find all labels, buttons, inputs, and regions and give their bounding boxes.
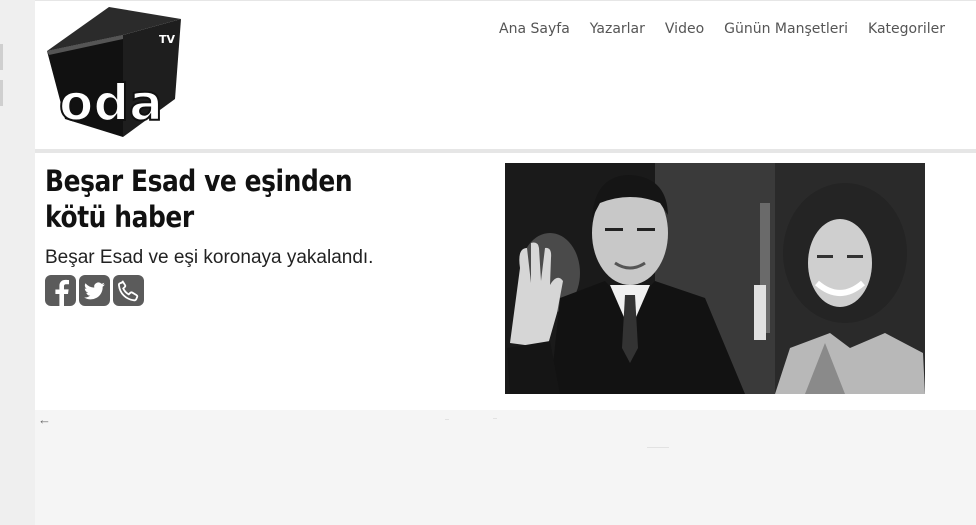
divider [445,419,449,420]
facebook-icon[interactable] [45,275,76,306]
main-nav: Ana Sayfa Yazarlar Video Günün Manşetler… [479,20,945,38]
left-gutter [0,0,35,525]
nav-headlines[interactable]: Günün Manşetleri [704,20,848,38]
nav-home[interactable]: Ana Sayfa [479,20,570,38]
share-bar [45,275,144,306]
odatv-logo[interactable]: oda TV [43,7,183,143]
logo-superscript: TV [159,33,176,46]
gutter-tab [0,44,3,70]
site-header: oda TV Ana Sayfa Yazarlar Video Günün Ma… [35,0,976,150]
article-summary: Beşar Esad ve eşi koronaya yakalandı. [45,247,374,268]
back-arrow-icon[interactable]: ← [38,412,51,427]
article-photo[interactable] [505,163,925,394]
nav-authors[interactable]: Yazarlar [570,20,645,38]
nav-categories[interactable]: Kategoriler [848,20,945,38]
gutter-tab [0,80,3,106]
phone-icon[interactable] [113,275,144,306]
logo-wordmark: oda [59,74,163,132]
article-card: Beşar Esad ve eşinden kötü haber Beşar E… [35,153,976,410]
nav-video[interactable]: Video [645,20,704,38]
article-title[interactable]: Beşar Esad ve eşinden kötü haber [45,163,389,235]
twitter-icon[interactable] [79,275,110,306]
divider [493,418,497,419]
lower-section: ← [35,410,976,525]
divider [647,447,669,448]
